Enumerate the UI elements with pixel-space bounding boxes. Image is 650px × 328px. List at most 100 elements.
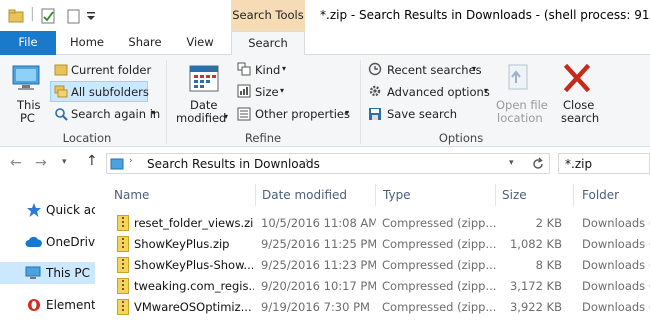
window-title: *.zip - Search Results in Downloads - (s… xyxy=(320,8,650,22)
file-folder: Downloads ( xyxy=(582,300,650,314)
recent-searches-button[interactable]: Recent searches xyxy=(387,63,482,77)
breadcrumb-path[interactable]: Search Results in Downloads xyxy=(147,157,320,171)
kind-dropdown-icon[interactable]: ▾ xyxy=(282,64,286,73)
column-header-size[interactable]: Size xyxy=(502,188,527,202)
other-properties-dropdown-icon[interactable]: ▾ xyxy=(345,108,349,117)
address-dropdown-icon[interactable]: ▾ xyxy=(509,158,514,168)
advanced-options-button[interactable]: Advanced options xyxy=(387,85,490,99)
other-properties-icon xyxy=(237,107,251,121)
search-again-in-button[interactable]: Search again in xyxy=(71,107,160,121)
properties-icon[interactable] xyxy=(40,8,56,24)
column-divider[interactable] xyxy=(375,184,376,206)
file-row[interactable]: VMwareOSOptimiz... 9/19/2016 7:30 PM Com… xyxy=(106,297,650,318)
column-divider[interactable] xyxy=(495,184,496,206)
kind-button[interactable]: Kind xyxy=(255,63,280,77)
this-pc-icon xyxy=(12,65,40,90)
column-header-folder[interactable]: Folder xyxy=(582,188,619,202)
file-type: Compressed (zipp... xyxy=(382,279,496,293)
file-folder: Downloads ( xyxy=(582,237,650,251)
this-pc-label-2[interactable]: PC xyxy=(20,111,35,125)
advanced-options-icon xyxy=(369,85,381,97)
nav-item-label: OneDrive xyxy=(46,235,95,249)
column-divider[interactable] xyxy=(255,184,256,206)
search-again-icon xyxy=(55,108,68,121)
computer-icon xyxy=(25,266,41,279)
column-header-name[interactable]: Name xyxy=(114,188,149,202)
file-size: 3,172 KB xyxy=(509,279,562,293)
nav-item-label: Quick ac xyxy=(46,203,95,217)
current-folder-button[interactable]: Current folder xyxy=(71,63,151,77)
kind-icon xyxy=(237,62,251,76)
refine-group-label: Refine xyxy=(244,131,282,145)
ribbon-separator xyxy=(360,60,361,144)
file-name: ShowKeyPlus-Show... xyxy=(134,258,254,272)
search-input[interactable]: *.zip xyxy=(565,157,592,171)
date-modified-label-2[interactable]: modified xyxy=(176,111,226,125)
nav-item-quick-access[interactable]: Quick ac xyxy=(0,199,95,221)
save-search-icon xyxy=(369,108,381,120)
close-search-icon xyxy=(564,64,590,92)
file-row[interactable]: ShowKeyPlus.zip 9/25/2016 11:25 PM Compr… xyxy=(106,234,650,255)
tab-search[interactable]: Search xyxy=(231,31,305,56)
file-folder: Downloads ( xyxy=(582,216,650,230)
contextual-tab-label: Search Tools xyxy=(232,8,304,22)
zip-file-icon xyxy=(117,236,129,252)
column-header-type[interactable]: Type xyxy=(383,188,411,202)
breadcrumb-chevron-icon[interactable]: › xyxy=(129,156,133,166)
up-arrow-icon[interactable]: ↑ xyxy=(86,153,98,169)
search-again-dropdown-icon[interactable]: ▾ xyxy=(151,108,155,117)
ribbon-separator xyxy=(166,60,167,144)
file-type: Compressed (zipp... xyxy=(382,237,496,251)
options-group-label: Options xyxy=(438,131,484,145)
file-size: 2 KB xyxy=(535,216,562,230)
file-row[interactable]: reset_folder_views.zip 10/5/2016 11:08 A… xyxy=(106,213,650,234)
file-name: VMwareOSOptimiz... xyxy=(134,300,252,314)
column-divider[interactable] xyxy=(573,184,574,206)
other-properties-button[interactable]: Other properties xyxy=(255,107,350,121)
address-bar[interactable]: › Search Results in Downloads › ▾ xyxy=(106,153,550,174)
tab-share[interactable]: Share xyxy=(122,31,168,55)
file-size: 8 KB xyxy=(535,258,562,272)
recent-searches-icon xyxy=(368,62,382,76)
new-folder-icon[interactable] xyxy=(66,8,82,24)
save-search-button[interactable]: Save search xyxy=(387,107,457,121)
close-search-label-2[interactable]: search xyxy=(561,111,599,125)
nav-item-onedrive[interactable]: OneDrive xyxy=(0,231,95,253)
file-type: Compressed (zipp... xyxy=(382,258,496,272)
calendar-icon xyxy=(189,65,219,92)
qat-separator: | xyxy=(30,6,35,22)
folder-icon[interactable] xyxy=(8,8,24,24)
close-search-label-1[interactable]: Close xyxy=(563,98,594,112)
size-button[interactable]: Size xyxy=(255,85,279,99)
file-row[interactable]: ShowKeyPlus-Show... 9/25/2016 11:23 PM C… xyxy=(106,255,650,276)
refresh-icon[interactable] xyxy=(531,157,545,171)
open-file-location-label-1[interactable]: Open file xyxy=(496,98,548,112)
recent-locations-chevron-icon[interactable]: ▾ xyxy=(62,157,67,167)
back-arrow-icon[interactable]: ← xyxy=(10,155,22,171)
all-subfolders-button[interactable]: All subfolders xyxy=(71,85,149,99)
file-type: Compressed (zipp... xyxy=(382,216,496,230)
forward-arrow-icon[interactable]: → xyxy=(35,155,47,171)
file-date: 9/20/2016 10:17 PM xyxy=(261,279,376,293)
file-size: 3,922 KB xyxy=(509,300,562,314)
customize-qat-icon[interactable] xyxy=(86,8,96,24)
search-results-folder-icon xyxy=(110,158,124,170)
search-box[interactable]: *.zip xyxy=(558,153,650,174)
nav-item-elements[interactable]: Elements xyxy=(0,294,95,316)
open-file-location-label-2[interactable]: location xyxy=(497,111,543,125)
date-modified-label-1[interactable]: Date xyxy=(190,98,218,112)
advanced-options-dropdown-icon[interactable]: ▾ xyxy=(484,86,488,95)
size-dropdown-icon[interactable]: ▾ xyxy=(280,86,284,95)
nav-item-this-pc[interactable]: This PC xyxy=(0,262,95,284)
file-row[interactable]: tweaking.com_regis... 9/20/2016 10:17 PM… xyxy=(106,276,650,297)
recent-searches-dropdown-icon[interactable]: ▾ xyxy=(472,64,476,73)
tab-file[interactable]: File xyxy=(0,31,56,55)
tab-home[interactable]: Home xyxy=(64,31,110,55)
date-modified-dropdown-icon[interactable]: ▾ xyxy=(224,112,228,121)
tab-view[interactable]: View xyxy=(177,31,223,55)
current-folder-icon xyxy=(54,64,68,76)
breadcrumb-chevron-icon[interactable]: › xyxy=(305,156,309,166)
cloud-icon xyxy=(25,236,42,247)
this-pc-label-1[interactable]: This xyxy=(17,98,41,112)
column-header-date-modified[interactable]: Date modified xyxy=(262,188,347,202)
